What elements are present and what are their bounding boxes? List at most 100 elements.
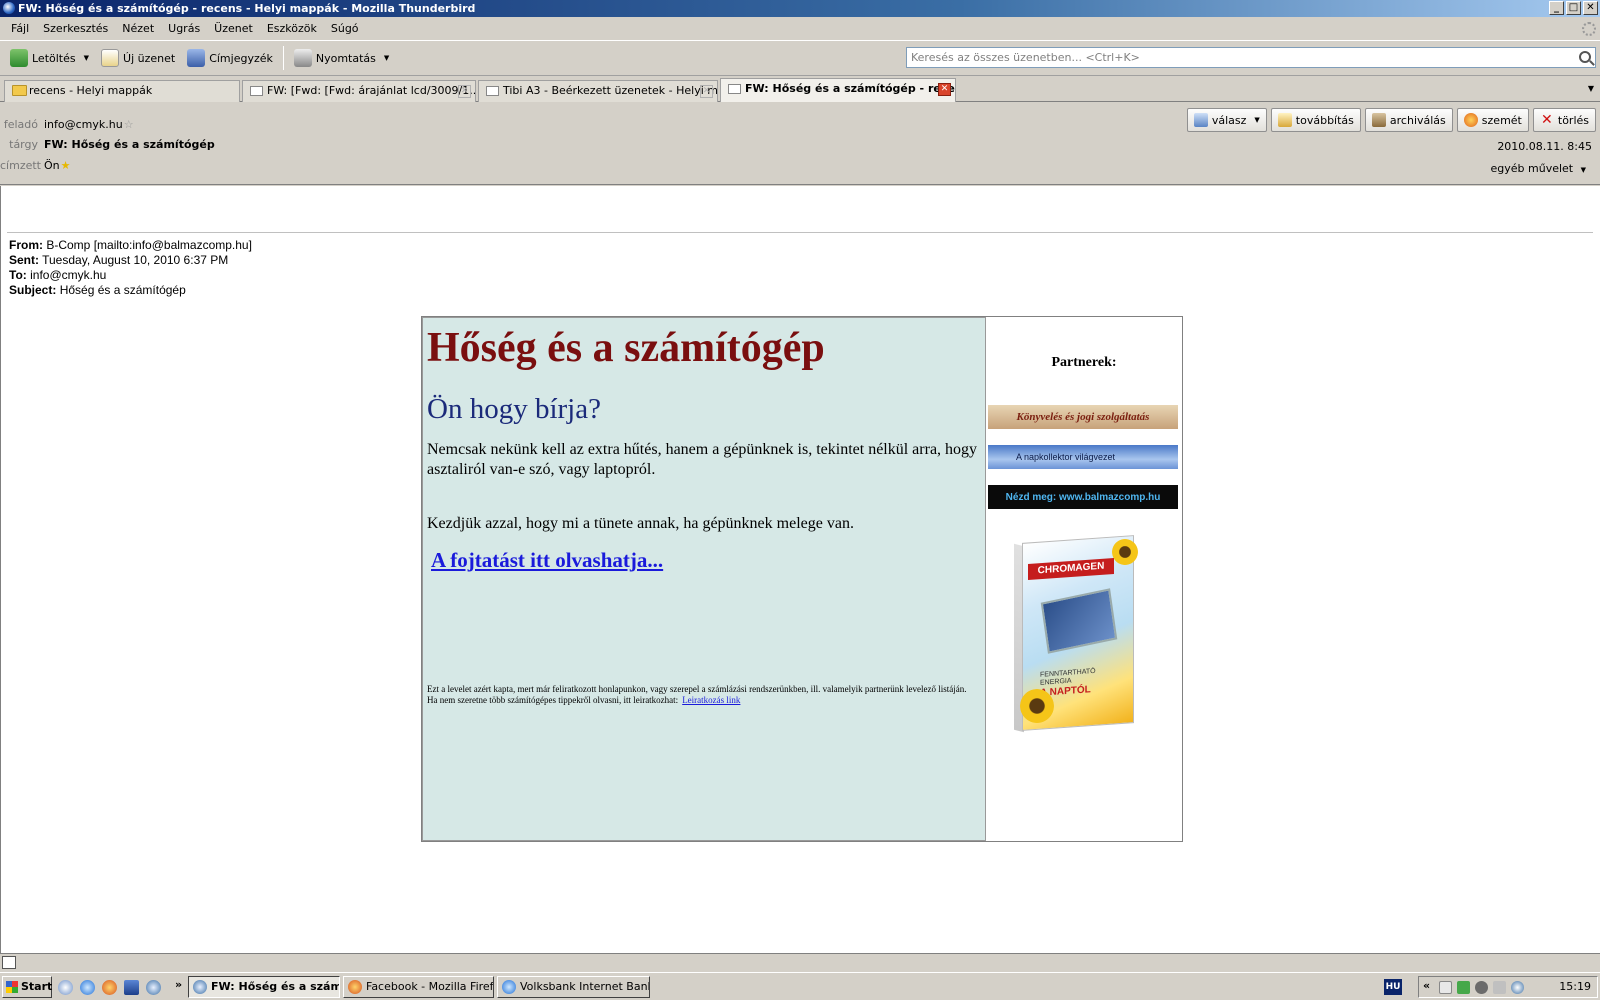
from-value[interactable]: info@cmyk.hu (44, 118, 123, 131)
tab-list-chevron-icon[interactable]: ▼ (1588, 84, 1594, 93)
internet-explorer-icon[interactable] (80, 980, 95, 995)
taskbar-item-ie[interactable]: Volksbank Internet Banki... (497, 976, 650, 998)
taskbar-item-thunderbird[interactable]: FW: Hőség és a számí... (188, 976, 340, 998)
fwd-from-row: From: B-Comp [mailto:info@balmazcomp.hu] (9, 238, 252, 253)
newsletter-paragraph: Nemcsak nekünk kell az extra hűtés, hane… (427, 441, 978, 478)
menu-view[interactable]: Nézet (115, 22, 161, 35)
quicklaunch-chevron[interactable]: » (175, 978, 182, 991)
language-indicator[interactable]: HU (1384, 979, 1402, 995)
activity-throbber-icon (1582, 22, 1596, 36)
tab-label: recens - Helyi mappák (29, 84, 153, 97)
menu-tools[interactable]: Eszközök (260, 22, 324, 35)
newsletter-main: Hőség és a számítógép Ön hogy bírja? Nem… (422, 317, 986, 841)
header-to-row: címzett Ön ★ (0, 159, 71, 172)
subject-label: tárgy (9, 138, 38, 151)
menu-help[interactable]: Súgó (324, 22, 366, 35)
print-button[interactable]: Nyomtatás ▼ (288, 45, 395, 71)
tab-message-hoseg[interactable]: FW: Hőség és a számítógép - rece... ✕ (720, 78, 956, 102)
tab-label: Tibi A3 - Beérkezett üzenetek - Helyi m.… (503, 84, 718, 97)
fwd-to-label: To: (9, 268, 27, 282)
unsubscribe-link[interactable]: Leiratkozás link (682, 695, 740, 705)
save-icon[interactable] (124, 980, 139, 995)
printer-icon (293, 49, 312, 67)
subject-value: FW: Hőség és a számítógép (44, 138, 215, 151)
menu-bar: Fájl Szerkesztés Nézet Ugrás Üzenet Eszk… (0, 18, 1600, 38)
security-tray-icon[interactable] (1457, 981, 1470, 994)
new-message-button[interactable]: Új üzenet (95, 45, 181, 71)
other-actions-label: egyéb művelet (1490, 162, 1574, 175)
fwd-sent-row: Sent: Tuesday, August 10, 2010 6:37 PM (9, 253, 252, 268)
close-button[interactable]: ✕ (1583, 1, 1598, 15)
junk-button[interactable]: szemét (1456, 108, 1529, 132)
get-mail-button[interactable]: Letöltés ▼ (4, 45, 95, 71)
taskbar-item-label: FW: Hőség és a számí... (211, 980, 340, 993)
star-icon[interactable]: ★ (61, 159, 71, 172)
fwd-to-row: To: info@cmyk.hu (9, 268, 252, 283)
minimize-button[interactable]: _ (1549, 1, 1564, 15)
search-input[interactable]: Keresés az összes üzenetben... <Ctrl+K> (906, 47, 1596, 68)
toolbar-separator (282, 46, 284, 70)
star-icon[interactable]: ☆ (124, 118, 134, 131)
menu-edit[interactable]: Szerkesztés (36, 22, 115, 35)
volume-tray-icon[interactable] (1493, 981, 1506, 994)
start-label: Start (21, 980, 53, 993)
tab-bar: recens - Helyi mappák FW: [Fwd: [Fwd: ár… (0, 78, 1600, 102)
sunflower-icon (1112, 539, 1138, 565)
envelope-icon (728, 84, 741, 94)
newsletter-subtitle: Ön hogy bírja? (427, 393, 601, 425)
newsletter-paragraph: Kezdjük azzal, hogy mi a tünete annak, h… (427, 515, 854, 532)
read-more-link[interactable]: A fojtatást itt olvashatja... (431, 548, 663, 573)
to-value[interactable]: Ön (44, 159, 60, 172)
message-actions: válasz ▼ továbbítás archiválás szemét ✕ … (1186, 108, 1596, 132)
forward-label: továbbítás (1295, 113, 1354, 127)
chevron-down-icon[interactable]: ▼ (384, 54, 389, 62)
chevron-down-icon: ▼ (1580, 166, 1586, 174)
get-mail-icon (10, 49, 28, 67)
taskbar-item-firefox[interactable]: Facebook - Mozilla Firefox (343, 976, 494, 998)
forward-button[interactable]: továbbítás (1270, 108, 1361, 132)
partner-banner-solar[interactable]: A napkollektor világvezet (988, 445, 1178, 469)
network-tray-icon[interactable] (1475, 981, 1488, 994)
fwd-subject-value: Hőség és a számítógép (59, 283, 186, 297)
fwd-sent-value: Tuesday, August 10, 2010 6:37 PM (42, 253, 229, 267)
archive-button[interactable]: archiválás (1364, 108, 1453, 132)
chevron-down-icon[interactable]: ▼ (84, 54, 89, 62)
partner-banner-accounting[interactable]: Könyvelés és jogi szolgáltatás (988, 405, 1178, 429)
message-header: feladó info@cmyk.hu ☆ tárgy FW: Hőség és… (0, 104, 1600, 185)
start-button[interactable]: Start (2, 976, 52, 998)
product-box-image[interactable]: CHROMAGEN FENNTARTHATÓ ENERGIA A NAPTÓL (1014, 535, 1138, 733)
close-icon[interactable]: ✕ (458, 85, 471, 98)
tray-expand-chevron[interactable]: « (1423, 979, 1430, 992)
address-book-button[interactable]: Címjegyzék (181, 45, 279, 71)
mail-tray-icon[interactable] (1439, 981, 1452, 994)
update-tray-icon[interactable] (1511, 981, 1524, 994)
window-titlebar: FW: Hőség és a számítógép - recens - Hel… (0, 0, 1600, 17)
tab-folder-recens[interactable]: recens - Helyi mappák (4, 80, 240, 102)
tab-message-tibi[interactable]: Tibi A3 - Beérkezett üzenetek - Helyi m.… (478, 80, 718, 102)
thunderbird-icon[interactable] (146, 980, 161, 995)
forwarded-header: From: B-Comp [mailto:info@balmazcomp.hu]… (9, 238, 252, 298)
search-icon[interactable] (1579, 51, 1591, 63)
close-icon[interactable]: ✕ (700, 85, 713, 98)
online-status-icon[interactable] (2, 956, 16, 969)
newsletter: Hőség és a számítógép Ön hogy bírja? Nem… (421, 316, 1183, 842)
reply-button[interactable]: válasz ▼ (1186, 108, 1267, 132)
tab-label: FW: [Fwd: [Fwd: árajánlat lcd/3009/1... (267, 84, 476, 97)
compose-icon (101, 49, 120, 67)
delete-button[interactable]: ✕ törlés (1532, 108, 1596, 132)
windows-taskbar: Start » FW: Hőség és a számí... Facebook… (0, 972, 1600, 1000)
maximize-button[interactable]: □ (1566, 1, 1581, 15)
delete-x-icon: ✕ (1541, 112, 1553, 128)
header-from-row: feladó info@cmyk.hu ☆ (0, 118, 134, 131)
menu-go[interactable]: Ugrás (161, 22, 207, 35)
close-icon[interactable]: ✕ (938, 83, 951, 96)
menu-file[interactable]: Fájl (4, 22, 36, 35)
chevron-down-icon[interactable]: ▼ (1254, 116, 1259, 124)
menu-message[interactable]: Üzenet (207, 22, 260, 35)
firefox-icon[interactable] (102, 980, 117, 995)
to-label: címzett (0, 159, 41, 172)
other-actions-button[interactable]: egyéb művelet ▼ (1491, 162, 1587, 175)
show-desktop-icon[interactable] (58, 980, 73, 995)
partner-banner-balmazcomp[interactable]: Nézd meg: www.balmazcomp.hu (988, 485, 1178, 509)
tab-message-arajanlat[interactable]: FW: [Fwd: [Fwd: árajánlat lcd/3009/1... … (242, 80, 476, 102)
